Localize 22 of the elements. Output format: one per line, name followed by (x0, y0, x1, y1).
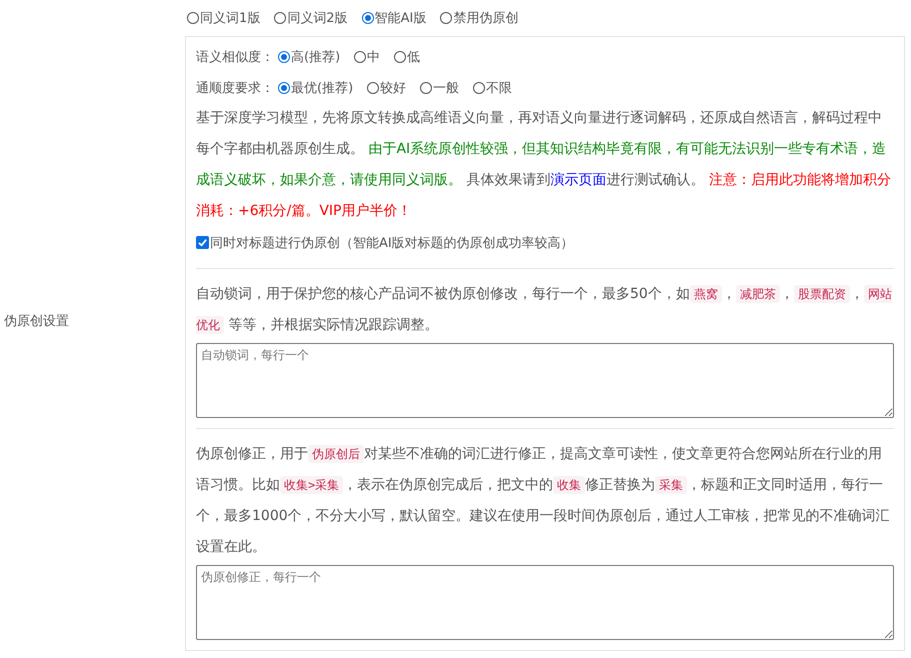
radio-option[interactable]: 最优(推荐) (278, 78, 354, 96)
radio-option[interactable]: 同义词1版 (187, 9, 260, 27)
description-text: 基于深度学习模型，先将原文转换成高维语义向量，再对语义向量进行逐词解码，还原成自然语言，解码过程中每个字都由机器原创生成。 由于AI系统原创性较强，但其知识结构毕竟有限，有可能无法识别一些专有术语，造成语义破坏，如果介意，请使用同义词版。 具体效果请到演示页面进行测试确认。 注意：启用此功能将增加积分消耗：+6积分/篇。VIP用户半价！ (196, 109, 892, 221)
lock-words-field[interactable]: 自动锁词，每行一个 (196, 343, 894, 418)
radio-option[interactable]: 低 (394, 48, 420, 66)
radio-option[interactable]: 较好 (367, 78, 406, 96)
demo-page-link[interactable]: 演示页面 (550, 172, 606, 188)
section-label: 伪原创设置 (4, 312, 69, 330)
radio-option[interactable]: 不限 (473, 78, 512, 96)
description-text: 自动锁词，用于保护您的核心产品词不被伪原创修改，每行一个，最多50个，如 燕窝 ， 减肥茶 ， 股票配资 ， 网站优化 等等，并根据实际情况跟踪调整。 (196, 284, 893, 336)
fluency-label: 通顺度要求： (196, 80, 274, 96)
radio-option[interactable]: 智能AI版 (362, 9, 426, 27)
correction-field[interactable]: 伪原创修正，每行一个 (196, 565, 894, 640)
description-text: 伪原创修正，用于 伪原创后 对某些不准确的词汇进行修正，提高文章可读性，使文章更符合您网站所在行业的用语习惯。比如 收集>采集 ，表示在伪原创完成后，把文中的 收集 修正替换为 采集 ，标题和正文同时适用，每行一个，最多1000个，不分大小写，默认留空。建议在使用一段时间伪原创后，通过人工审核，把常见的不准确词汇设置在此。 (196, 444, 891, 557)
radio-option[interactable]: 中 (354, 48, 380, 66)
radio-option[interactable]: 一般 (420, 78, 460, 96)
title-checkbox[interactable]: 同时对标题进行伪原创（智能AI版对标题的伪原创成功率较高） (196, 234, 574, 252)
similarity-label: 语义相似度： (196, 48, 274, 66)
radio-option[interactable]: 禁用伪原创 (440, 9, 518, 27)
radio-option[interactable]: 同义词2版 (274, 9, 348, 27)
radio-option[interactable]: 高(推荐) (278, 48, 340, 66)
checkmark-icon (197, 237, 208, 248)
